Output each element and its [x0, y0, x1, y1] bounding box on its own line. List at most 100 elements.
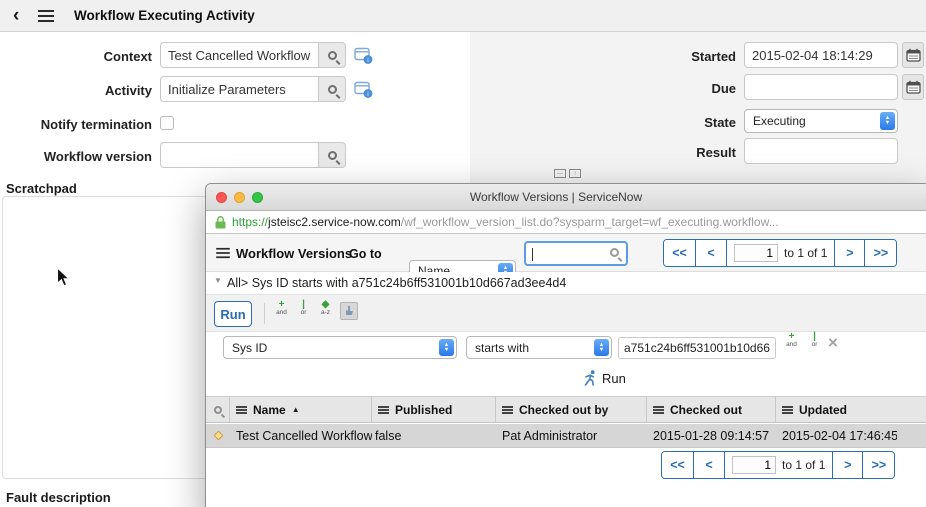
- condition-operator-select[interactable]: starts with ▲ ▼: [466, 336, 612, 359]
- add-sort-icon[interactable]: ◆ a-z: [316, 300, 335, 322]
- column-menu-icon[interactable]: [236, 405, 247, 414]
- calendar-icon: [905, 80, 921, 94]
- url-scheme: https://: [232, 215, 269, 229]
- column-header-published[interactable]: Published: [372, 397, 496, 422]
- condition-operator-value: starts with: [475, 340, 530, 355]
- url-host: jsteisc2.service-now.com: [268, 215, 401, 229]
- state-select-value: Executing: [753, 114, 806, 128]
- delete-condition-icon[interactable]: ×: [828, 333, 838, 353]
- context-field-group: [160, 42, 346, 68]
- calendar-icon: [905, 48, 921, 62]
- svg-text:i: i: [367, 91, 368, 98]
- context-lookup-button[interactable]: [318, 42, 346, 68]
- condition-and-icon[interactable]: + and: [782, 332, 801, 354]
- add-and-condition-icon[interactable]: + and: [272, 300, 291, 322]
- due-calendar-button[interactable]: [902, 74, 924, 100]
- drag-hand-icon[interactable]: [340, 302, 358, 320]
- cell-checked-out-by: Pat Administrator: [502, 428, 598, 443]
- column-menu-icon[interactable]: [782, 405, 793, 414]
- record-preview-icon[interactable]: [206, 424, 230, 447]
- last-page-button[interactable]: >>: [864, 240, 897, 266]
- activity-input[interactable]: [160, 76, 318, 102]
- table-row[interactable]: Test Cancelled Workflow false Pat Admini…: [206, 424, 926, 448]
- result-label: Result: [696, 145, 736, 160]
- notify-termination-checkbox[interactable]: [160, 116, 174, 130]
- popout-window-icon[interactable]: ↑: [569, 169, 581, 178]
- page-number-input[interactable]: [732, 456, 776, 474]
- search-icon: [327, 50, 337, 60]
- condition-value-input[interactable]: [618, 337, 776, 359]
- table-search-button[interactable]: [206, 397, 230, 422]
- activity-lookup-button[interactable]: [318, 76, 346, 102]
- run-link-label: Run: [602, 370, 626, 386]
- collapse-window-icon[interactable]: —: [554, 169, 566, 178]
- prev-page-button[interactable]: <: [693, 452, 724, 478]
- run-filter-button[interactable]: Run: [214, 301, 252, 327]
- due-input[interactable]: [744, 74, 898, 100]
- context-label: Context: [103, 49, 152, 64]
- last-page-button[interactable]: >>: [862, 452, 895, 478]
- breadcrumb-expand-icon[interactable]: ▼: [214, 276, 222, 285]
- page-range: to 1 of 1: [726, 240, 834, 266]
- column-menu-icon[interactable]: [653, 405, 664, 414]
- search-icon: [327, 84, 337, 94]
- add-or-condition-icon[interactable]: | or: [294, 300, 313, 322]
- started-input[interactable]: [744, 42, 898, 68]
- context-preview-icon[interactable]: i: [354, 47, 374, 65]
- next-page-button[interactable]: >: [834, 240, 865, 266]
- select-stepper-icon: ▲▼: [594, 339, 609, 356]
- next-page-button[interactable]: >: [832, 452, 863, 478]
- select-stepper-icon: ▲▼: [439, 339, 454, 356]
- url-bar[interactable]: https://jsteisc2.service-now.com/wf_work…: [206, 211, 926, 234]
- state-label: State: [704, 115, 736, 130]
- menu-icon[interactable]: [38, 10, 54, 22]
- condition-field-select[interactable]: Sys ID ▲ ▼: [223, 336, 457, 359]
- result-input[interactable]: [744, 138, 898, 164]
- context-input[interactable]: [160, 42, 318, 68]
- cell-name[interactable]: Test Cancelled Workflow: [230, 424, 372, 447]
- column-header-name[interactable]: Name ▲: [230, 397, 372, 422]
- page-range-label: to 1 of 1: [782, 458, 826, 472]
- screen: ‹ Workflow Executing Activity Context i …: [0, 0, 926, 507]
- goto-label: Go to: [349, 247, 382, 261]
- column-header-updated[interactable]: Updated: [776, 397, 897, 422]
- workflow-version-input[interactable]: [160, 142, 318, 168]
- page-number-input[interactable]: [734, 244, 778, 262]
- prev-page-button[interactable]: <: [695, 240, 726, 266]
- list-menu-icon[interactable]: [216, 247, 230, 259]
- list-title: Workflow Versions: [236, 246, 353, 261]
- column-header-checked-out[interactable]: Checked out: [647, 397, 776, 422]
- window-title-bar[interactable]: Workflow Versions | ServiceNow: [206, 184, 926, 211]
- run-link[interactable]: Run: [584, 370, 626, 386]
- activity-preview-icon[interactable]: i: [354, 81, 374, 99]
- sort-asc-icon: ▲: [291, 405, 300, 414]
- text-caret: [532, 248, 533, 261]
- started-calendar-button[interactable]: [902, 42, 924, 68]
- list-search-input[interactable]: [524, 241, 628, 266]
- scratchpad-label: Scratchpad: [6, 181, 77, 196]
- breadcrumb-text[interactable]: All> Sys ID starts with a751c24b6ff53100…: [227, 272, 566, 294]
- column-header-checked-out-by[interactable]: Checked out by: [496, 397, 647, 422]
- runner-icon: [584, 370, 595, 386]
- state-select[interactable]: Executing ▲ ▼: [744, 109, 898, 133]
- column-menu-icon[interactable]: [502, 405, 513, 414]
- cell-checked-out: 2015-01-28 09:14:57: [653, 428, 770, 443]
- notify-termination-label: Notify termination: [40, 117, 152, 132]
- back-icon[interactable]: ‹: [13, 5, 19, 27]
- activity-field-group: [160, 76, 346, 102]
- workflow-version-lookup-button[interactable]: [318, 142, 346, 168]
- url-path: /wf_workflow_version_list.do?sysparm_tar…: [400, 215, 779, 229]
- first-page-button[interactable]: <<: [664, 240, 695, 266]
- filter-header: [206, 295, 926, 332]
- first-page-button[interactable]: <<: [662, 452, 693, 478]
- condition-field-value: Sys ID: [232, 340, 268, 355]
- page-title: Workflow Executing Activity: [74, 8, 255, 23]
- lock-icon: [215, 216, 226, 229]
- window-title: Workflow Versions | ServiceNow: [469, 190, 643, 204]
- workflow-version-field-group: [160, 142, 346, 168]
- condition-or-icon[interactable]: | or: [805, 332, 824, 354]
- column-menu-icon[interactable]: [378, 405, 389, 414]
- cell-updated: 2015-02-04 17:46:45: [782, 428, 897, 443]
- search-icon: [327, 150, 337, 160]
- search-icon: [610, 248, 619, 257]
